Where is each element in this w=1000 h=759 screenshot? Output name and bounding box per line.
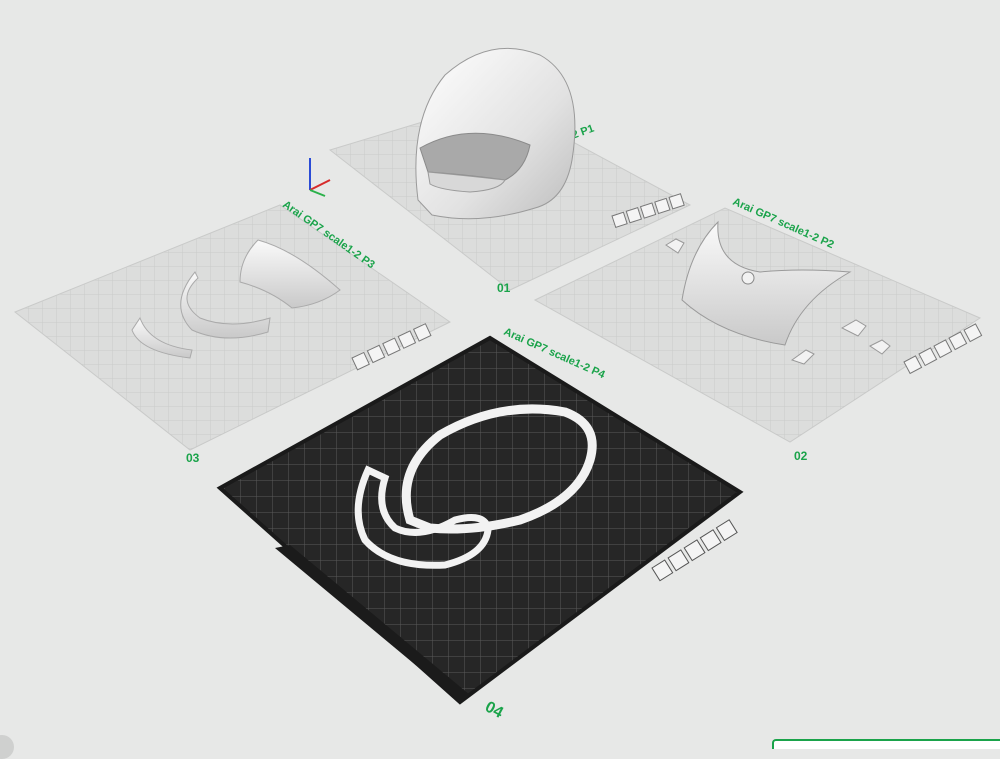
plate-04-number: 04: [482, 699, 506, 722]
slice-icon[interactable]: [667, 549, 690, 572]
model-part-pivot[interactable]: [741, 271, 755, 285]
plate-01-number: 01: [497, 281, 511, 295]
axis-gizmo: [309, 158, 331, 197]
bottom-status-bar[interactable]: [772, 739, 1000, 749]
plate-workspace[interactable]: -2 P1 01 Arai GP7 scale1-2 P3 03 Arai GP…: [0, 0, 1000, 749]
settings-icon[interactable]: [651, 559, 674, 582]
plate-02-number: 02: [794, 449, 808, 463]
model-helmet[interactable]: [415, 47, 576, 220]
plate-03-number: 03: [186, 451, 200, 465]
close-icon[interactable]: [715, 519, 738, 542]
arrange-icon[interactable]: [683, 539, 706, 562]
lock-icon[interactable]: [699, 529, 722, 552]
